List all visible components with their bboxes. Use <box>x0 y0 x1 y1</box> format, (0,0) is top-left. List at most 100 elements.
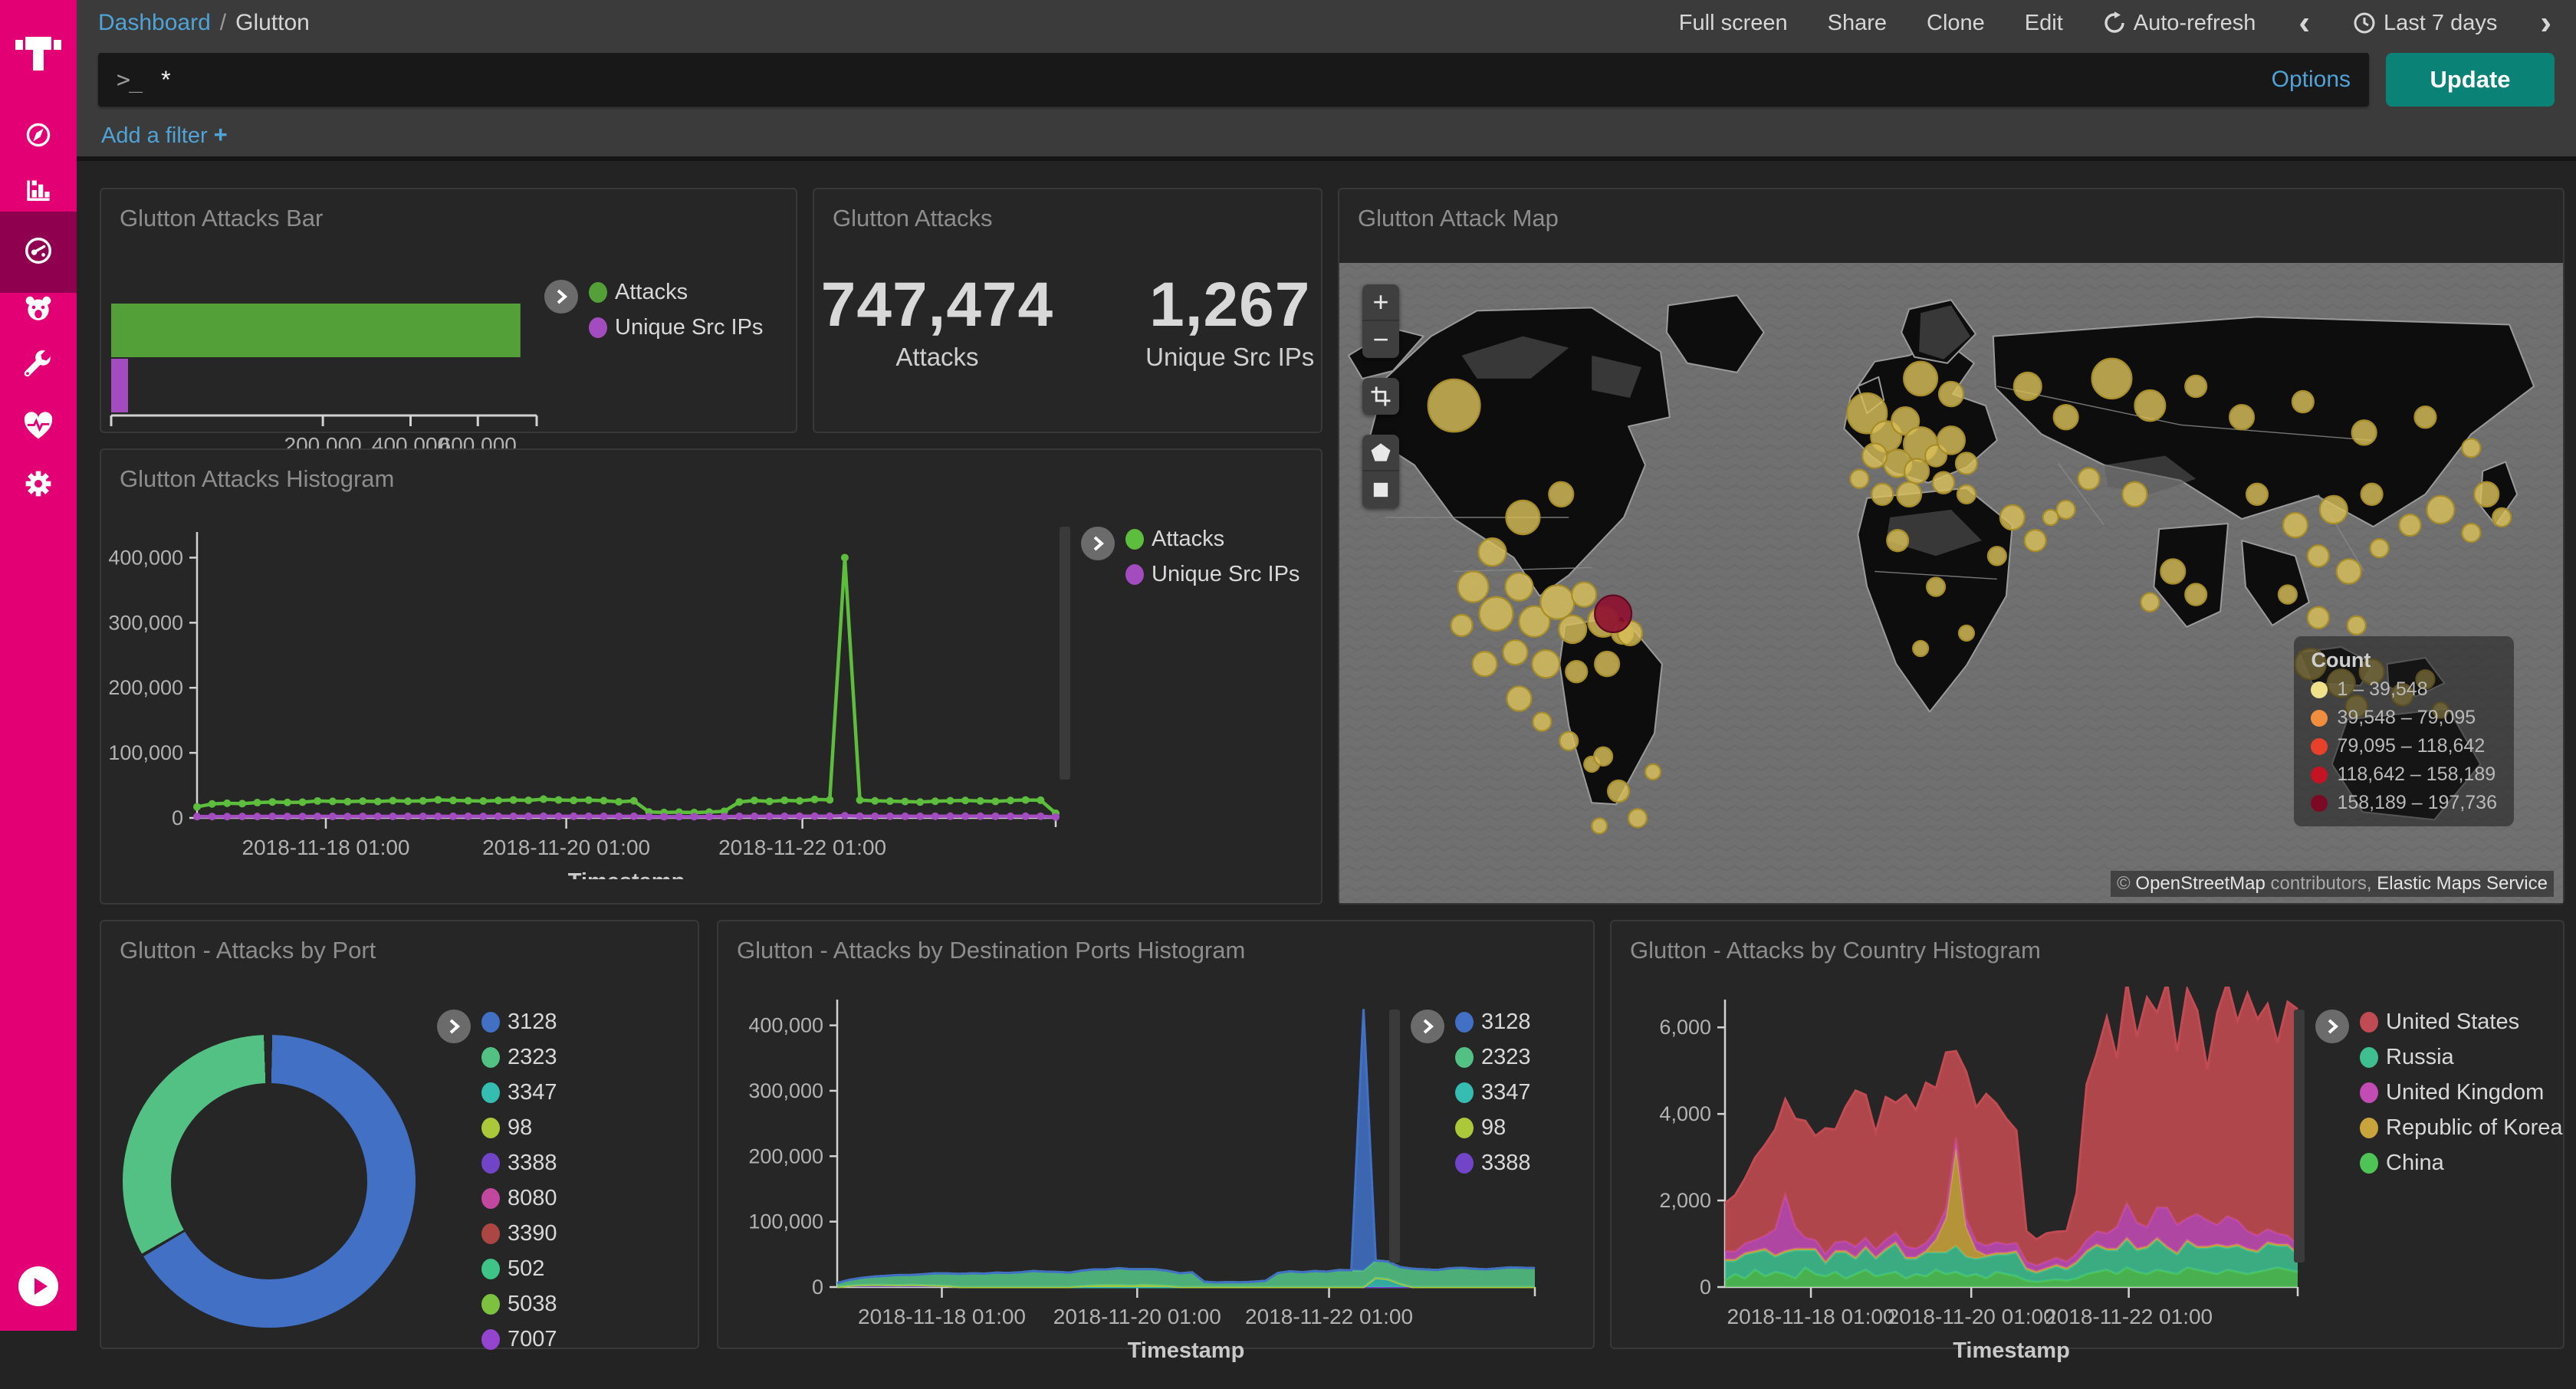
legend-item[interactable]: Attacks <box>589 280 763 305</box>
attack-bubble[interactable] <box>2400 514 2421 536</box>
attack-bubble[interactable] <box>1594 747 1612 766</box>
attack-bubble[interactable] <box>2185 376 2206 397</box>
attack-bubble[interactable] <box>1933 472 1954 494</box>
attack-bubble[interactable] <box>2279 586 2297 604</box>
attack-bubble[interactable] <box>1939 382 1963 406</box>
legend-item[interactable]: 5038 <box>481 1292 557 1317</box>
legend-toggle-button[interactable] <box>544 280 578 314</box>
attack-bubble[interactable] <box>1628 809 1647 827</box>
sidebar-item-discover[interactable] <box>0 107 77 166</box>
legend-resize-gutter[interactable] <box>2294 1010 2305 1263</box>
map-zoom-in-button[interactable]: + <box>1362 284 1399 321</box>
attack-bubble[interactable] <box>1897 482 1921 507</box>
legend-item[interactable]: Unique Src IPs <box>589 315 763 340</box>
attacks-histogram-chart[interactable]: 0100,000200,000300,000400,0002018-11-18 … <box>109 519 1090 883</box>
query-options-link[interactable]: Options <box>2272 67 2351 93</box>
legend-toggle-button[interactable] <box>1081 527 1115 560</box>
sidebar-item-management[interactable] <box>0 456 77 514</box>
attack-bubble[interactable] <box>1540 586 1574 619</box>
attack-bubble[interactable] <box>1566 661 1587 682</box>
legend-item[interactable]: 98 <box>1455 1115 1531 1141</box>
attack-bubble[interactable] <box>2308 545 2329 566</box>
legend-item[interactable]: 3390 <box>481 1221 557 1246</box>
attack-bubble[interactable] <box>1505 573 1533 600</box>
attack-bubble[interactable] <box>2185 584 2206 606</box>
legend-toggle-button[interactable] <box>1411 1010 1444 1043</box>
full-screen-button[interactable]: Full screen <box>1679 11 1788 36</box>
attack-bubble[interactable] <box>2160 559 2185 583</box>
attack-bubble[interactable] <box>2014 373 2042 400</box>
add-filter-button[interactable]: Add a filter+ <box>101 121 228 149</box>
legend-item[interactable]: 3128 <box>1455 1010 1531 1035</box>
attack-bubble[interactable] <box>1887 530 1908 551</box>
attack-bubble[interactable] <box>2025 530 2046 551</box>
attack-bubble[interactable] <box>2371 539 2389 557</box>
legend-item[interactable]: 3347 <box>1455 1080 1531 1105</box>
attack-bubble[interactable] <box>2426 496 2454 524</box>
osm-link[interactable]: OpenStreetMap <box>2135 873 2265 894</box>
edit-button[interactable]: Edit <box>2025 11 2063 36</box>
attack-bubble[interactable] <box>2229 405 2254 429</box>
sidebar-item-monitoring[interactable] <box>0 398 77 456</box>
attack-bubble[interactable] <box>1532 650 1559 678</box>
legend-toggle-button[interactable] <box>437 1010 471 1043</box>
legend-item[interactable]: 3128 <box>481 1010 557 1035</box>
attack-bubble[interactable] <box>1549 482 1573 507</box>
legend-item[interactable]: Unique Src IPs <box>1125 562 1300 587</box>
port-donut-chart[interactable] <box>123 1035 416 1328</box>
attack-bubble[interactable] <box>2348 616 2366 635</box>
legend-item[interactable]: United States <box>2360 1010 2563 1035</box>
attack-bubble[interactable] <box>1595 652 1619 676</box>
attack-bubble[interactable] <box>2474 482 2499 507</box>
attack-bubble[interactable] <box>1850 470 1868 488</box>
legend-item[interactable]: Republic of Korea <box>2360 1115 2563 1141</box>
attack-bubble[interactable] <box>1904 362 1937 396</box>
map-draw-rectangle-button[interactable] <box>1362 471 1399 508</box>
attack-bubble[interactable] <box>1506 686 1531 711</box>
attack-bubble[interactable] <box>1988 547 2006 565</box>
legend-resize-gutter[interactable] <box>1389 1010 1400 1263</box>
attack-bubble[interactable] <box>1559 732 1578 750</box>
attack-bubble[interactable] <box>1871 484 1893 505</box>
attack-bubble[interactable] <box>1904 459 1929 484</box>
attack-bubble[interactable] <box>2078 468 2100 490</box>
attack-bubble[interactable] <box>2352 420 2377 445</box>
legend-toggle-button[interactable] <box>2315 1010 2349 1043</box>
attack-bubble[interactable] <box>2054 405 2078 429</box>
legend-item[interactable]: 98 <box>481 1115 557 1141</box>
legend-item[interactable]: United Kingdom <box>2360 1080 2563 1105</box>
attack-bubble[interactable] <box>1957 485 1976 504</box>
attack-bubble[interactable] <box>2134 390 2165 421</box>
attack-bubble[interactable] <box>2122 482 2147 507</box>
breadcrumb-dashboard-link[interactable]: Dashboard <box>98 10 211 36</box>
attack-bubble[interactable] <box>1473 652 1497 676</box>
attack-bubble[interactable] <box>2462 524 2480 542</box>
attack-bubble[interactable] <box>1592 818 1607 833</box>
legend-item[interactable]: 2323 <box>1455 1045 1531 1070</box>
map-fit-bounds-button[interactable] <box>1362 378 1399 415</box>
attack-bubble[interactable] <box>2141 593 2159 612</box>
sidebar-item-honeypot[interactable] <box>0 281 77 339</box>
attack-bubble[interactable] <box>1480 597 1513 631</box>
attack-bubble[interactable] <box>1479 538 1506 566</box>
update-button[interactable]: Update <box>2386 53 2555 107</box>
attack-bubble[interactable] <box>1458 571 1489 602</box>
sidebar-collapse-button[interactable] <box>17 1265 60 1308</box>
time-range-picker[interactable]: Last 7 days <box>2353 11 2497 36</box>
clone-button[interactable]: Clone <box>1927 11 1985 36</box>
attack-bubble[interactable] <box>1927 577 1945 596</box>
attack-bubble[interactable] <box>1645 764 1661 780</box>
attack-bubble[interactable] <box>2414 406 2436 428</box>
map-zoom-out-button[interactable]: − <box>1362 321 1399 358</box>
attack-bubble[interactable] <box>1533 713 1551 731</box>
world-map[interactable]: + − Count <box>1339 263 2563 903</box>
attack-bubble[interactable] <box>2462 438 2480 457</box>
attack-bubble[interactable] <box>2337 559 2361 583</box>
map-draw-polygon-button[interactable] <box>1362 435 1399 471</box>
legend-item[interactable]: Attacks <box>1125 527 1300 552</box>
auto-refresh-button[interactable]: Auto-refresh <box>2103 11 2256 36</box>
attack-bubble[interactable] <box>2057 501 2075 519</box>
attack-bubble[interactable] <box>1608 780 1629 802</box>
attack-bubble[interactable] <box>2492 508 2511 527</box>
attack-bubble[interactable] <box>2308 607 2329 629</box>
